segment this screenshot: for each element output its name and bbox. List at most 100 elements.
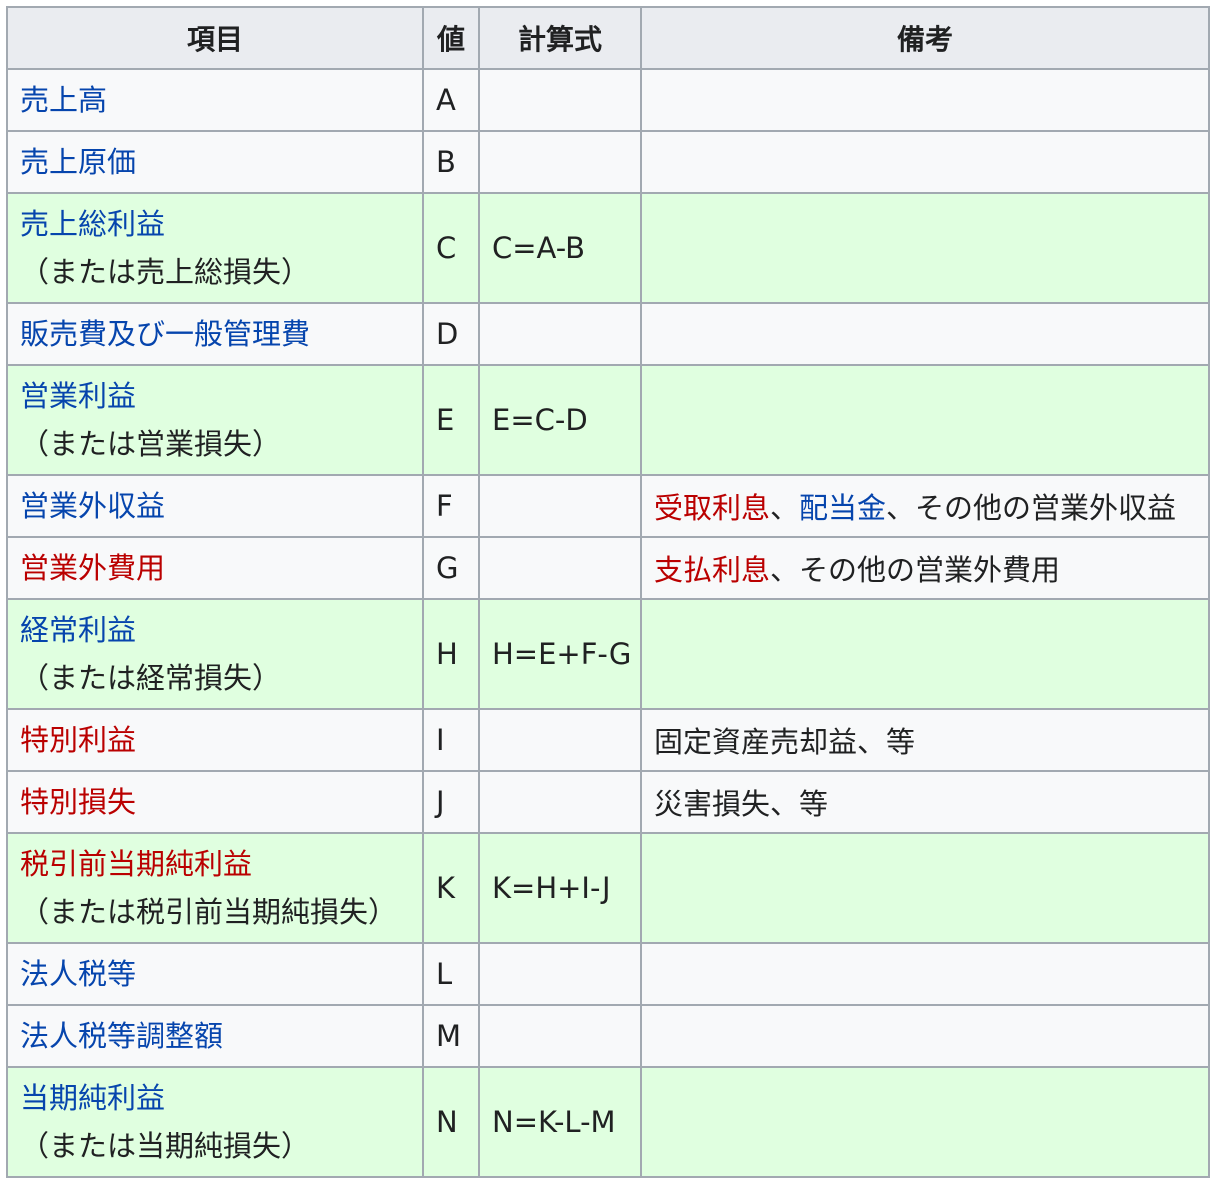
item-link[interactable]: 売上総利益 (20, 207, 165, 241)
item-cell: 特別損失 (6, 770, 424, 834)
item-cell: 営業外費用 (6, 536, 424, 600)
item-sub-label: （または営業損失） (20, 427, 282, 461)
item-sub-label: （または当期純損失） (20, 1129, 311, 1163)
item-cell: 当期純利益 （または当期純損失） (6, 1066, 424, 1178)
item-cell: 法人税等 (6, 942, 424, 1006)
table-row: 税引前当期純利益 （または税引前当期純損失） K K=H+I-J (6, 832, 1210, 944)
value-cell: B (422, 130, 480, 194)
formula-cell: E=C-D (478, 364, 642, 476)
note-cell (640, 1066, 1210, 1178)
note-cell (640, 130, 1210, 194)
formula-cell (478, 536, 642, 600)
note-cell (640, 302, 1210, 366)
formula-cell (478, 302, 642, 366)
header-row: 項目 値 計算式 備考 (6, 6, 1210, 70)
item-link[interactable]: 法人税等調整額 (20, 1019, 223, 1053)
note-text: 、その他の営業外収益 (886, 491, 1177, 525)
table-row: 営業外費用 G 支払利息、その他の営業外費用 (6, 536, 1210, 600)
item-cell: 法人税等調整額 (6, 1004, 424, 1068)
item-link[interactable]: 売上原価 (20, 145, 136, 179)
note-cell (640, 364, 1210, 476)
item-sub-label: （または経常損失） (20, 661, 282, 695)
table-row: 営業利益 （または営業損失） E E=C-D (6, 364, 1210, 476)
table-row: 売上原価 B (6, 130, 1210, 194)
header-note: 備考 (640, 6, 1210, 70)
item-link[interactable]: 営業利益 (20, 379, 136, 413)
table-row: 法人税等調整額 M (6, 1004, 1210, 1068)
formula-cell: C=A-B (478, 192, 642, 304)
income-statement-table: 項目 値 計算式 備考 売上高 A 売上原価 B 売上総利益 （または売上総損失） C C=A… (6, 6, 1210, 1178)
formula-cell: K=H+I-J (478, 832, 642, 944)
formula-cell (478, 68, 642, 132)
item-cell: 税引前当期純利益 （または税引前当期純損失） (6, 832, 424, 944)
note-cell (640, 68, 1210, 132)
value-cell: L (422, 942, 480, 1006)
value-cell: J (422, 770, 480, 834)
item-link[interactable]: 特別損失 (20, 785, 136, 819)
table-row: 売上高 A (6, 68, 1210, 132)
item-sub-label: （または売上総損失） (20, 255, 311, 289)
formula-cell: N=K-L-M (478, 1066, 642, 1178)
item-link[interactable]: 当期純利益 (20, 1081, 165, 1115)
item-link[interactable]: 営業外費用 (20, 551, 165, 585)
table-row: 当期純利益 （または当期純損失） N N=K-L-M (6, 1066, 1210, 1178)
formula-cell (478, 942, 642, 1006)
note-link[interactable]: 受取利息 (654, 491, 770, 525)
formula-cell (478, 474, 642, 538)
item-cell: 営業外収益 (6, 474, 424, 538)
item-cell: 売上原価 (6, 130, 424, 194)
formula-cell (478, 708, 642, 772)
note-cell: 災害損失、等 (640, 770, 1210, 834)
item-link[interactable]: 販売費及び一般管理費 (20, 317, 310, 351)
note-cell (640, 192, 1210, 304)
table-row: 販売費及び一般管理費 D (6, 302, 1210, 366)
value-cell: N (422, 1066, 480, 1178)
item-cell: 特別利益 (6, 708, 424, 772)
formula-cell (478, 770, 642, 834)
note-link[interactable]: 配当金 (799, 491, 886, 525)
note-cell (640, 1004, 1210, 1068)
table-row: 特別損失 J 災害損失、等 (6, 770, 1210, 834)
item-link[interactable]: 法人税等 (20, 957, 136, 991)
value-cell: C (422, 192, 480, 304)
table-row: 売上総利益 （または売上総損失） C C=A-B (6, 192, 1210, 304)
note-cell: 支払利息、その他の営業外費用 (640, 536, 1210, 600)
item-cell: 販売費及び一般管理費 (6, 302, 424, 366)
note-cell (640, 832, 1210, 944)
table-row: 営業外収益 F 受取利息、配当金、その他の営業外収益 (6, 474, 1210, 538)
header-item: 項目 (6, 6, 424, 70)
item-link[interactable]: 売上高 (20, 83, 107, 117)
value-cell: K (422, 832, 480, 944)
item-cell: 経常利益 （または経常損失） (6, 598, 424, 710)
item-link[interactable]: 営業外収益 (20, 489, 165, 523)
note-cell (640, 598, 1210, 710)
table-row: 経常利益 （または経常損失） H H=E+F-G (6, 598, 1210, 710)
note-cell: 固定資産売却益、等 (640, 708, 1210, 772)
formula-cell: H=E+F-G (478, 598, 642, 710)
header-formula: 計算式 (478, 6, 642, 70)
table-row: 特別利益 I 固定資産売却益、等 (6, 708, 1210, 772)
value-cell: E (422, 364, 480, 476)
value-cell: M (422, 1004, 480, 1068)
value-cell: D (422, 302, 480, 366)
formula-cell (478, 130, 642, 194)
header-value: 値 (422, 6, 480, 70)
value-cell: I (422, 708, 480, 772)
note-separator: 、 (770, 491, 800, 525)
item-link[interactable]: 特別利益 (20, 723, 136, 757)
value-cell: A (422, 68, 480, 132)
note-link[interactable]: 支払利息 (654, 553, 770, 587)
note-text: 災害損失、等 (654, 787, 829, 821)
note-text: 、その他の営業外費用 (770, 553, 1061, 587)
item-cell: 売上総利益 （または売上総損失） (6, 192, 424, 304)
value-cell: G (422, 536, 480, 600)
note-cell: 受取利息、配当金、その他の営業外収益 (640, 474, 1210, 538)
item-link[interactable]: 経常利益 (20, 613, 136, 647)
item-cell: 営業利益 （または営業損失） (6, 364, 424, 476)
note-cell (640, 942, 1210, 1006)
note-text: 固定資産売却益、等 (654, 725, 916, 759)
table-row: 法人税等 L (6, 942, 1210, 1006)
item-cell: 売上高 (6, 68, 424, 132)
item-sub-label: （または税引前当期純損失） (20, 895, 398, 929)
item-link[interactable]: 税引前当期純利益 (20, 847, 252, 881)
